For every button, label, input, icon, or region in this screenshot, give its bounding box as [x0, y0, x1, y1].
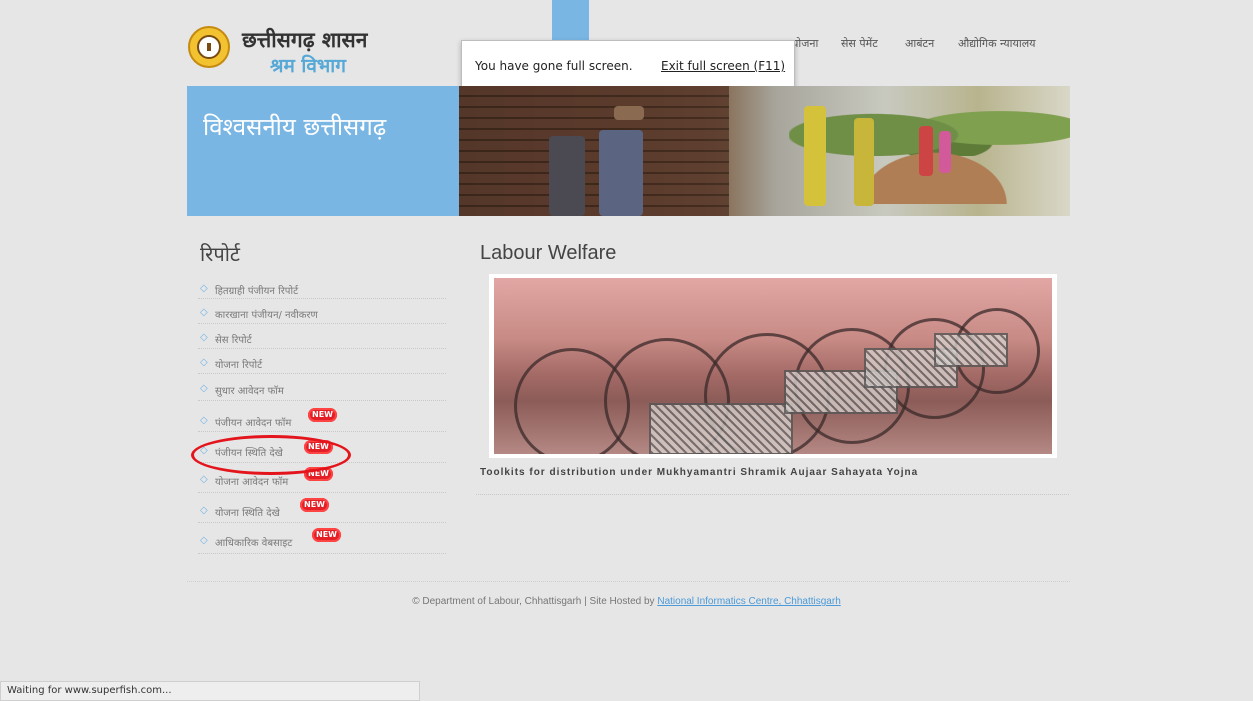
diamond-bullet-icon: ◇	[200, 357, 208, 368]
fullscreen-notification: You have gone full screen. Exit full scr…	[461, 40, 795, 90]
sidebar-item-label: सुधार आवेदन फॉम	[215, 386, 284, 397]
diamond-bullet-icon: ◇	[200, 415, 208, 426]
sidebar-item-official-website[interactable]: ◇ आधिकारिक वेबसाइट NEW	[198, 523, 446, 554]
sidebar-item-label: योजना स्थिति देखे	[215, 508, 280, 519]
diamond-bullet-icon: ◇	[200, 283, 208, 294]
nav-item-industrial-court[interactable]: औद्योगिक न्यायालय	[958, 36, 1036, 51]
site-title: छत्तीसगढ़ शासन	[242, 28, 368, 52]
new-badge: NEW	[312, 528, 341, 542]
sidebar-item-scheme-report[interactable]: ◇ योजना रिपोर्ट	[198, 349, 446, 374]
exit-fullscreen-link[interactable]: Exit full screen (F11)	[661, 59, 785, 73]
fullscreen-message: You have gone full screen.	[475, 59, 633, 73]
new-badge: NEW	[300, 498, 329, 512]
diamond-bullet-icon: ◇	[200, 535, 208, 546]
nav-item-cess-payment[interactable]: सेस पेमेंट	[841, 36, 878, 51]
sidebar-item-label: योजना रिपोर्ट	[215, 360, 263, 371]
diamond-bullet-icon: ◇	[200, 332, 208, 343]
diamond-bullet-icon: ◇	[200, 505, 208, 516]
content-divider	[476, 494, 1069, 495]
site-subtitle: श्रम विभाग	[270, 55, 346, 77]
banner-photo	[459, 86, 1070, 216]
footer-divider	[187, 581, 1070, 582]
sidebar-item-factory-registration[interactable]: ◇ कारखाना पंजीयन/ नवीकरण	[198, 299, 446, 324]
sidebar-item-beneficiary-report[interactable]: ◇ हितग्राही पंजीयन रिपोर्ट	[198, 277, 446, 299]
feature-image-frame	[489, 274, 1057, 458]
page-title: Labour Welfare	[480, 242, 617, 264]
new-badge: NEW	[308, 408, 337, 422]
nav-item-allotment[interactable]: आबंटन	[905, 36, 934, 51]
footer-text: © Department of Labour, Chhattisgarh | S…	[412, 596, 658, 607]
feature-caption: Toolkits for distribution under Mukhyama…	[480, 467, 919, 478]
browser-status-bar: Waiting for www.superfish.com...	[0, 681, 420, 701]
footer: © Department of Labour, Chhattisgarh | S…	[0, 596, 1253, 607]
diamond-bullet-icon: ◇	[200, 383, 208, 394]
banner-tagline: विश्वसनीय छत्तीसगढ़	[203, 113, 387, 141]
diamond-bullet-icon: ◇	[200, 474, 208, 485]
sidebar-item-label: सेस रिपोर्ट	[215, 335, 252, 346]
feature-photo-bicycles	[494, 278, 1052, 454]
sidebar-item-label: आधिकारिक वेबसाइट	[215, 538, 293, 549]
hero-banner: विश्वसनीय छत्तीसगढ़	[187, 86, 1070, 216]
banner-tagline-panel: विश्वसनीय छत्तीसगढ़	[187, 86, 459, 216]
sidebar-item-label: पंजीयन आवेदन फॉम	[215, 418, 292, 429]
state-emblem-logo[interactable]	[188, 26, 230, 68]
sidebar-item-label: हितग्राही पंजीयन रिपोर्ट	[215, 286, 299, 297]
footer-nic-link[interactable]: National Informatics Centre, Chhattisgar…	[657, 596, 840, 607]
sidebar-item-correction-form[interactable]: ◇ सुधार आवेदन फॉम	[198, 374, 446, 401]
sidebar-item-label: कारखाना पंजीयन/ नवीकरण	[215, 310, 318, 321]
sidebar-heading: रिपोर्ट	[200, 242, 240, 266]
report-links-list: ◇ हितग्राही पंजीयन रिपोर्ट ◇ कारखाना पंज…	[198, 277, 446, 554]
nav-item-yojna[interactable]: योजना	[792, 36, 818, 51]
sidebar-item-label: योजना आवेदन फॉम	[215, 477, 289, 488]
diamond-bullet-icon: ◇	[200, 307, 208, 318]
sidebar-item-scheme-status[interactable]: ◇ योजना स्थिति देखे NEW	[198, 493, 446, 523]
sidebar-item-cess-report[interactable]: ◇ सेस रिपोर्ट	[198, 324, 446, 349]
sidebar-item-registration-form[interactable]: ◇ पंजीयन आवेदन फॉम NEW	[198, 401, 446, 432]
highlight-circle-annotation	[191, 435, 351, 475]
